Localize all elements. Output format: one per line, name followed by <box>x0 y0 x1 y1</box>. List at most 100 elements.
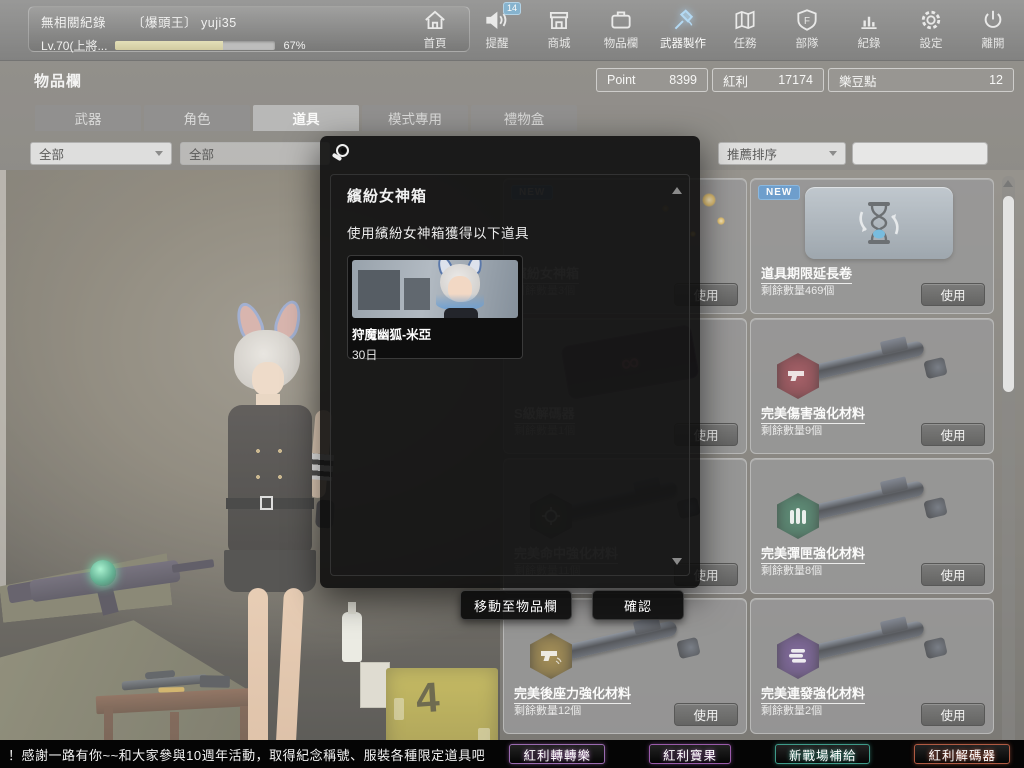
subcategory-dropdown[interactable]: 全部 <box>180 142 330 165</box>
tab-weapons[interactable]: 武器 <box>35 105 141 131</box>
reward-duration: 30日 <box>352 348 378 362</box>
dialog-title: 繽紛女神箱 <box>347 188 428 205</box>
lebean-value: 12 <box>989 73 1003 87</box>
power-icon <box>984 10 1002 28</box>
hourglass-icon <box>859 202 899 244</box>
nav-weapon-craft[interactable]: 武器製作 <box>652 4 714 58</box>
dialog-scroll-down-icon[interactable] <box>672 558 682 565</box>
category-dropdown[interactable]: 全部 <box>30 142 172 165</box>
nav-home[interactable]: 首頁 <box>404 4 466 58</box>
battlefield-supply-button[interactable]: 新戰場補給 <box>774 744 871 764</box>
craft-hammer-icon <box>674 9 694 30</box>
player-level: Lv.70(上將... <box>41 39 108 53</box>
nav-shop[interactable]: 商城 <box>528 4 590 58</box>
item-name-link[interactable]: 完美彈匣強化材料 <box>761 543 866 564</box>
item-name-link[interactable]: 道具期限延長卷 <box>761 263 853 284</box>
point-value: 8399 <box>669 73 697 87</box>
item-name-link[interactable]: 完美連發強化材料 <box>761 683 866 704</box>
item-quantity: 剩餘數量9個 <box>761 425 823 437</box>
reward-card[interactable]: 狩魔幽狐-米亞 30日 <box>347 255 523 362</box>
sort-dropdown-value: 推薦排序 <box>727 148 778 162</box>
nav-exit[interactable]: 離開 <box>962 4 1024 58</box>
nav-label: 商城 <box>547 38 571 50</box>
bottom-bar: ！感謝一路有你~~和大家參與10週年活動，取得紀念稱號、服裝各種限定道具吧 紅利… <box>0 740 1024 768</box>
xp-progress-label: 67% <box>283 39 306 52</box>
item-quantity: 剩餘數量469個 <box>761 285 835 297</box>
briefcase-icon <box>611 11 631 29</box>
category-dropdown-value: 全部 <box>39 148 65 162</box>
move-to-inventory-button[interactable]: 移動至物品欄 <box>460 590 572 620</box>
nickname: yuji35 <box>201 16 237 30</box>
search-input[interactable] <box>852 142 988 165</box>
use-button[interactable]: 使用 <box>921 283 985 306</box>
reward-character-portrait <box>352 260 518 318</box>
bonus-value: 17174 <box>778 73 813 87</box>
page-title: 物品欄 <box>34 73 83 90</box>
item-name-link[interactable]: 完美傷害強化材料 <box>761 403 866 424</box>
reward-name: 狩魔幽狐-米亞 <box>352 328 432 342</box>
chevron-down-icon <box>155 151 163 156</box>
material-image <box>759 603 987 681</box>
category-tabs: 武器 角色 道具 模式專用 禮物盒 <box>35 105 577 131</box>
home-icon <box>425 10 445 30</box>
item-card-extension-scroll[interactable]: NEW 道具期限延長卷 剩餘數量469個 使用 <box>750 178 994 314</box>
player-name: 〔爆頭王〕 yuji35 <box>132 12 237 31</box>
scroll-up-icon[interactable] <box>1003 180 1013 187</box>
item-card-damage-material[interactable]: 完美傷害強化材料 剩餘數量9個 使用 <box>750 318 994 454</box>
nav-label: 物品欄 <box>603 38 639 50</box>
subcategory-dropdown-value: 全部 <box>189 148 215 162</box>
nav-records[interactable]: 紀錄 <box>838 4 900 58</box>
nav-label: 紀錄 <box>857 38 881 50</box>
nav-inventory[interactable]: 物品欄 <box>590 4 652 58</box>
nav-missions[interactable]: 任務 <box>714 4 776 58</box>
nav-label: 武器製作 <box>660 38 706 50</box>
box-open-dialog: 繽紛女神箱 使用繽紛女神箱獲得以下道具 狩魔幽狐-米亞 30日 <box>320 136 700 588</box>
purple-rifle <box>6 538 218 633</box>
lebean-balance: 樂豆點 12 <box>828 68 1014 92</box>
tab-characters[interactable]: 角色 <box>144 105 250 131</box>
use-button[interactable]: 使用 <box>674 703 738 726</box>
use-button[interactable]: 使用 <box>921 423 985 446</box>
clan-shield-icon: F <box>797 9 817 31</box>
bonus-balance: 紅利 17174 <box>712 68 824 92</box>
tab-giftbox[interactable]: 禮物盒 <box>471 105 577 131</box>
map-icon <box>735 10 755 30</box>
bonus-decoder-button[interactable]: 紅利解碼器 <box>914 744 1010 764</box>
nav-label: 部隊 <box>795 38 819 50</box>
chevron-down-icon <box>829 151 837 156</box>
point-label: Point <box>607 73 636 87</box>
svg-text:F: F <box>804 16 810 27</box>
currency-bar: Point 8399 紅利 17174 樂豆點 12 <box>596 68 1014 92</box>
shop-icon <box>549 12 569 30</box>
point-balance: Point 8399 <box>596 68 708 92</box>
scene-light-edge <box>0 170 6 590</box>
nav-settings[interactable]: 設定 <box>900 4 962 58</box>
new-badge: NEW <box>758 185 801 200</box>
tab-items[interactable]: 道具 <box>253 105 359 131</box>
nav-label: 離開 <box>981 38 1005 50</box>
item-card-magazine-material[interactable]: 完美彈匣強化材料 剩餘數量8個 使用 <box>750 458 994 594</box>
bonus-fruit-button[interactable]: 紅利寶果 <box>648 744 731 764</box>
main-nav: 首頁 14 提醒 商城 物品欄 武器製作 任務 F 部隊 紀錄 設定 離開 <box>404 2 1024 58</box>
nav-alerts[interactable]: 14 提醒 <box>466 2 528 58</box>
confirm-button[interactable]: 確認 <box>592 590 684 620</box>
box-open-dialog-body: 繽紛女神箱 使用繽紛女神箱獲得以下道具 狩魔幽狐-米亞 30日 <box>330 174 690 576</box>
event-buttons: 紅利轉轉樂 紅利寶果 新戰場補給 紅利解碼器 <box>509 744 1010 764</box>
tab-mode-exclusive[interactable]: 模式專用 <box>362 105 468 131</box>
nav-label: 設定 <box>919 38 943 50</box>
nav-label: 提醒 <box>485 38 509 50</box>
nav-label: 首頁 <box>423 38 447 50</box>
dialog-scroll-up-icon[interactable] <box>672 187 682 194</box>
alert-count-badge: 14 <box>502 2 521 15</box>
nav-clan[interactable]: F 部隊 <box>776 4 838 58</box>
bonus-roulette-button[interactable]: 紅利轉轉樂 <box>509 744 605 764</box>
bonus-label: 紅利 <box>723 74 749 89</box>
grid-scrollbar[interactable] <box>1002 176 1015 768</box>
use-button[interactable]: 使用 <box>921 563 985 586</box>
item-card-burst-material[interactable]: 完美連發強化材料 剩餘數量2個 使用 <box>750 598 994 734</box>
sort-dropdown[interactable]: 推薦排序 <box>718 142 846 165</box>
item-name-link[interactable]: 完美後座力強化材料 <box>514 683 632 704</box>
scrollbar-thumb[interactable] <box>1003 196 1014 392</box>
lebean-label: 樂豆點 <box>839 74 877 89</box>
use-button[interactable]: 使用 <box>921 703 985 726</box>
